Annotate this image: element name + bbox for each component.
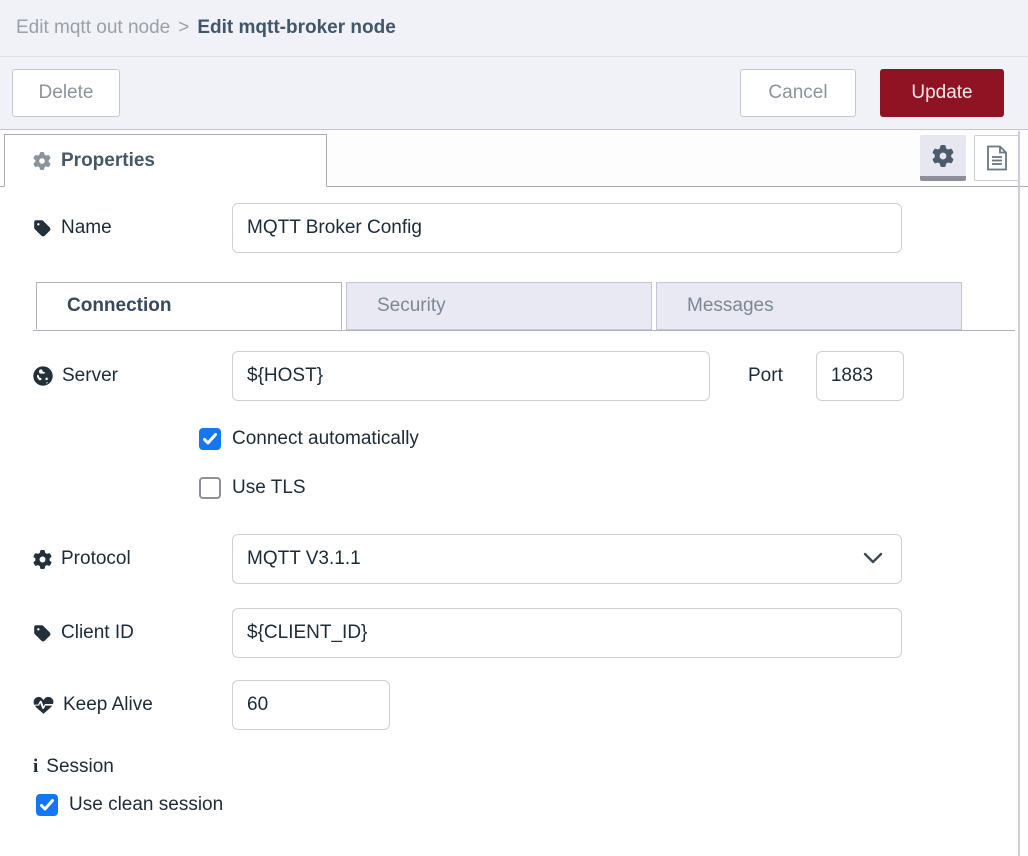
use-tls-label: Use TLS: [232, 477, 306, 499]
documentation-button[interactable]: [974, 135, 1020, 181]
check-icon: [203, 433, 217, 445]
chevron-down-icon: [863, 548, 883, 570]
tab-messages[interactable]: Messages: [656, 282, 962, 330]
keep-alive-label: Keep Alive: [33, 694, 232, 716]
tab-security[interactable]: Security: [346, 282, 652, 330]
breadcrumb-current: Edit mqtt-broker node: [197, 17, 395, 39]
port-label: Port: [748, 365, 783, 387]
server-label: Server: [33, 365, 232, 387]
gear-icon: [932, 145, 954, 167]
name-label: Name: [33, 217, 232, 239]
client-id-row: Client ID: [33, 608, 1028, 658]
editor-icon-buttons: [920, 135, 1020, 181]
update-button[interactable]: Update: [880, 69, 1004, 117]
use-tls-checkbox-row[interactable]: Use TLS: [33, 477, 1028, 499]
tab-properties[interactable]: Properties: [4, 134, 327, 187]
check-icon: [40, 799, 54, 811]
scrollbar-track[interactable]: [1018, 131, 1020, 856]
connect-automatically-checkbox[interactable]: [199, 428, 221, 450]
info-icon: i: [33, 756, 38, 778]
dialog-button-bar: Delete Cancel Update: [0, 57, 1028, 130]
client-id-label: Client ID: [33, 622, 232, 644]
protocol-select[interactable]: MQTT V3.1.1: [232, 534, 902, 584]
connect-automatically-label: Connect automatically: [232, 428, 419, 450]
tab-connection[interactable]: Connection: [36, 282, 342, 330]
clean-session-label: Use clean session: [69, 794, 223, 816]
name-input[interactable]: [232, 203, 902, 253]
keep-alive-row: Keep Alive: [33, 680, 1028, 730]
protocol-select-value: MQTT V3.1.1: [247, 548, 361, 570]
port-input[interactable]: [816, 351, 904, 401]
broker-section-tabs: Connection Security Messages: [33, 282, 1015, 331]
document-icon: [985, 145, 1009, 171]
gear-icon: [33, 550, 52, 569]
clean-session-checkbox-row[interactable]: Use clean session: [33, 794, 1028, 816]
tag-icon: [33, 219, 52, 238]
protocol-label: Protocol: [33, 548, 232, 570]
tab-properties-label: Properties: [61, 150, 155, 172]
tag-icon: [33, 624, 52, 643]
delete-button[interactable]: Delete: [12, 69, 120, 117]
protocol-row: Protocol MQTT V3.1.1: [33, 534, 1028, 584]
session-section-label: i Session: [33, 756, 1028, 778]
server-row: Server Port: [33, 351, 1028, 401]
dialog-header: Edit mqtt out node > Edit mqtt-broker no…: [0, 0, 1028, 57]
edit-mqtt-broker-dialog: Edit mqtt out node > Edit mqtt-broker no…: [0, 0, 1028, 856]
connect-automatically-checkbox-row[interactable]: Connect automatically: [33, 428, 1028, 450]
cancel-button[interactable]: Cancel: [740, 69, 856, 117]
clean-session-checkbox[interactable]: [36, 794, 58, 816]
heartbeat-icon: [33, 696, 54, 715]
globe-icon: [33, 366, 53, 386]
node-config-form: Name Connection Security Messages Server: [0, 187, 1028, 816]
server-input[interactable]: [232, 351, 710, 401]
keep-alive-input[interactable]: [232, 680, 390, 730]
use-tls-checkbox[interactable]: [199, 477, 221, 499]
name-row: Name: [33, 203, 1028, 253]
gear-icon: [33, 152, 51, 170]
breadcrumb-separator: >: [178, 17, 189, 39]
editor-tab-row: Properties: [0, 130, 1028, 187]
properties-gear-button[interactable]: [920, 135, 966, 181]
breadcrumb-parent[interactable]: Edit mqtt out node: [16, 17, 170, 39]
client-id-input[interactable]: [232, 608, 902, 658]
